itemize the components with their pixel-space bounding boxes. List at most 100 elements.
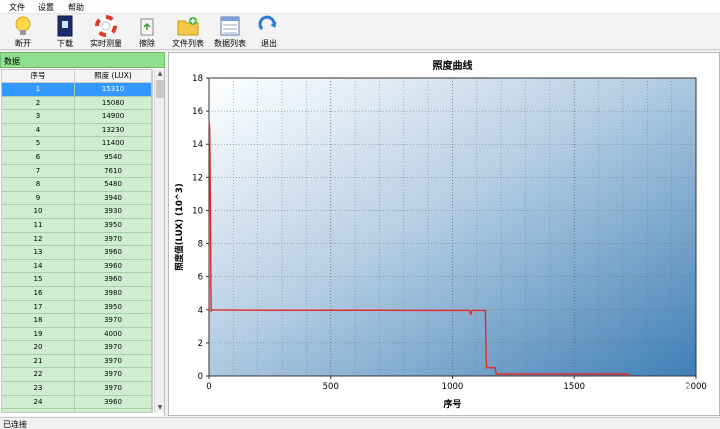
cell-index: 5 <box>2 137 76 150</box>
table-row[interactable]: 9 3940 <box>2 191 152 206</box>
recycle-bin-icon <box>140 18 154 36</box>
scroll-down-icon[interactable]: ▼ <box>155 403 165 413</box>
y-tick-label: 14 <box>192 140 203 150</box>
menu-bar: 文件 设置 帮助 <box>0 0 720 14</box>
y-tick-label: 10 <box>192 206 203 216</box>
menu-help[interactable]: 帮助 <box>68 2 84 13</box>
cell-index: 22 <box>2 368 76 382</box>
cell-illuminance: 3940 <box>75 191 152 205</box>
erase-label: 擦除 <box>139 39 155 48</box>
cell-illuminance: 4000 <box>75 327 152 341</box>
scroll-thumb[interactable] <box>156 80 164 98</box>
file-list-button[interactable]: 文件列表 <box>168 15 208 49</box>
y-tick-label: 0 <box>198 372 203 382</box>
cell-illuminance: 14900 <box>75 110 152 123</box>
exit-button[interactable]: 退出 <box>256 15 282 49</box>
file-list-label: 文件列表 <box>172 39 204 48</box>
cell-index: 16 <box>2 286 76 300</box>
table-row[interactable]: 21 3970 <box>2 354 152 369</box>
table-row[interactable]: 1 15310 <box>2 83 152 97</box>
lifebuoy-icon <box>95 15 117 37</box>
table-row[interactable]: 19 4000 <box>2 327 152 342</box>
table-row[interactable]: 8 5480 <box>2 178 152 192</box>
realtime-measure-button[interactable]: 实时测量 <box>86 15 126 49</box>
column-header-index[interactable]: 序号 <box>2 70 76 82</box>
cell-illuminance: 3960 <box>75 246 152 259</box>
chart-title: 照度曲线 <box>433 59 473 72</box>
cell-illuminance: 3980 <box>75 286 152 300</box>
cell-index: 15 <box>2 273 76 286</box>
cell-illuminance: 15310 <box>75 83 152 96</box>
menu-settings[interactable]: 设置 <box>38 2 54 13</box>
cell-index: 17 <box>2 300 76 314</box>
bulb-icon <box>15 16 31 35</box>
table-row[interactable]: 15 3960 <box>2 273 152 287</box>
table-row[interactable]: 10 3930 <box>2 205 152 219</box>
table-row[interactable]: 4 13230 <box>2 123 152 138</box>
y-tick-label: 2 <box>198 339 203 349</box>
cell-index: 7 <box>2 164 76 178</box>
table-row[interactable]: 22 3970 <box>2 368 152 383</box>
y-tick-label: 18 <box>192 74 203 84</box>
cell-illuminance: 3980 <box>75 409 152 412</box>
disconnect-button[interactable]: 断开 <box>8 15 38 49</box>
disconnect-label: 断开 <box>15 39 31 48</box>
table-row[interactable]: 17 3950 <box>2 300 152 315</box>
table-row[interactable]: 253980 <box>2 409 152 412</box>
cell-illuminance: 15080 <box>75 96 152 110</box>
cell-index: 19 <box>2 327 76 341</box>
download-button[interactable]: 下载 <box>50 15 80 49</box>
exit-arrow-icon <box>258 15 277 31</box>
cell-index: 14 <box>2 259 76 273</box>
cell-index: 23 <box>2 382 76 395</box>
cell-illuminance: 3970 <box>75 341 152 354</box>
table-row[interactable]: 23 3970 <box>2 382 152 396</box>
panel-title: 数据 <box>0 52 165 68</box>
cell-index: 4 <box>2 123 76 137</box>
realtime-measure-label: 实时测量 <box>90 39 122 48</box>
y-tick-label: 4 <box>198 306 203 316</box>
book-icon <box>57 15 73 37</box>
cell-index: 11 <box>2 218 76 232</box>
column-header-illuminance[interactable]: 照度 (LUX) <box>75 70 152 82</box>
x-tick-label: 0 <box>206 382 211 392</box>
folder-add-icon <box>177 17 199 36</box>
table-row[interactable]: 11 3950 <box>2 218 152 233</box>
table-row[interactable]: 3 14900 <box>2 110 152 124</box>
cell-illuminance: 3950 <box>75 300 152 314</box>
table-row[interactable]: 24 3960 <box>2 395 152 410</box>
toolbar: 断开 下载 实时测量 擦除 文件列表 数据列表 退出 <box>0 14 720 50</box>
y-tick-label: 12 <box>192 173 203 183</box>
table-row[interactable]: 20 3970 <box>2 341 152 355</box>
table-row[interactable]: 5 11400 <box>2 137 152 151</box>
table-row[interactable]: 14 3960 <box>2 259 152 274</box>
erase-button[interactable]: 擦除 <box>133 15 161 49</box>
table-row[interactable]: 18 3970 <box>2 314 152 328</box>
grid-rows: 1 15310 2 15080 3 14900 4 13230 5 11400 6 9540 7 7610… <box>2 83 152 412</box>
exit-label: 退出 <box>261 39 277 48</box>
table-row[interactable]: 12 3970 <box>2 232 152 247</box>
scroll-up-icon[interactable]: ▲ <box>155 69 165 79</box>
data-list-button[interactable]: 数据列表 <box>210 15 250 49</box>
table-row[interactable]: 13 3960 <box>2 246 152 260</box>
cell-index: 24 <box>2 395 76 409</box>
table-row[interactable]: 2 15080 <box>2 96 152 111</box>
cell-illuminance: 3950 <box>75 218 152 232</box>
cell-index: 12 <box>2 232 76 246</box>
x-axis-label: 序号 <box>443 398 461 410</box>
cell-index: 13 <box>2 246 76 259</box>
illuminance-chart: 0246810121416180 500 1000 1500 2000照度曲线序号照度值… <box>174 59 707 410</box>
cell-illuminance: 3970 <box>75 354 152 368</box>
download-label: 下载 <box>57 39 73 48</box>
grid-scrollbar[interactable]: ▲ ▼ <box>154 69 164 413</box>
table-row[interactable]: 16 3980 <box>2 286 152 301</box>
chart-panel: 0 2 4 6 8 10 12 14 16 18 0 500 1000 1500 2000 照度曲线 序号 照度值… <box>168 52 720 416</box>
table-row[interactable]: 6 9540 <box>2 150 152 165</box>
table-row[interactable]: 7 7610 <box>2 164 152 179</box>
cell-illuminance: 3960 <box>75 259 152 273</box>
grid-header: 序号 照度 (LUX) <box>2 70 152 83</box>
y-tick-label: 16 <box>192 107 203 117</box>
cell-illuminance: 11400 <box>75 137 152 150</box>
cell-index: 10 <box>2 205 76 218</box>
menu-file[interactable]: 文件 <box>9 2 25 13</box>
